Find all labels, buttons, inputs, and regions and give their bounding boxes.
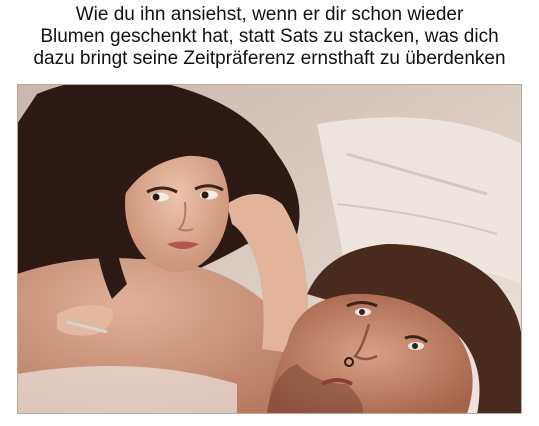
man-eye-right: [412, 343, 418, 349]
caption-line-3: dazu bringt seine Zeitpräferenz ernsthaf…: [33, 48, 506, 69]
photo-illustration: [17, 84, 522, 414]
woman-eye-right: [201, 191, 209, 199]
caption-line-2: Blumen geschenkt hat, statt Sats zu stac…: [40, 26, 499, 47]
caption-line-1: Wie du ihn ansiehst, wenn er dir schon w…: [75, 4, 464, 25]
woman-eye-left: [152, 193, 160, 201]
meme-caption: Wie du ihn ansiehst, wenn er dir schon w…: [0, 4, 539, 70]
meme-photo: [17, 84, 522, 414]
man-eye-left: [359, 309, 365, 315]
meme-card: Wie du ihn ansiehst, wenn er dir schon w…: [0, 0, 539, 426]
